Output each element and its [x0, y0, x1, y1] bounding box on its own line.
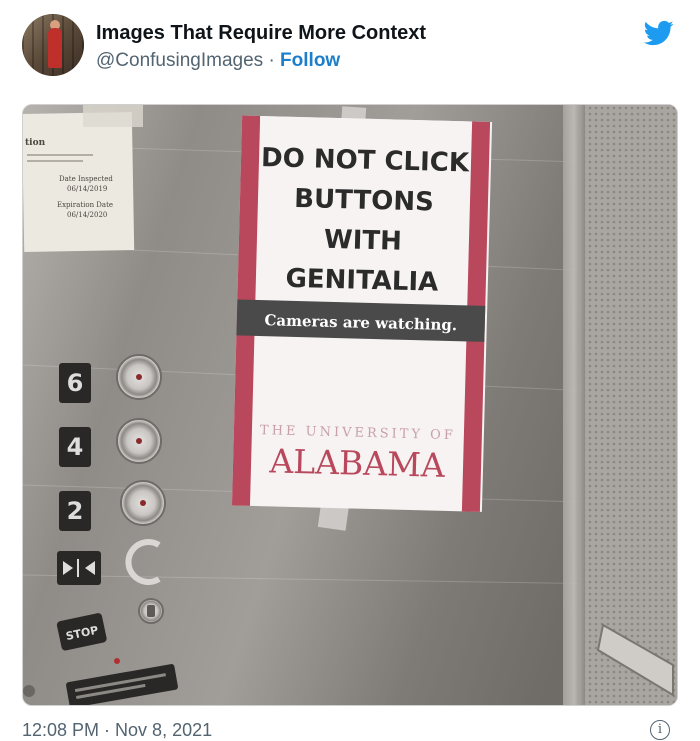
floor-button-4[interactable] — [116, 418, 162, 464]
tweet-photo[interactable]: tion Date Inspected 06/14/2019 Expiratio… — [22, 104, 678, 706]
floor-label-2: 2 — [59, 491, 91, 531]
svg-text:Date Inspected: Date Inspected — [59, 175, 113, 183]
sign-line-4: GENITALIA — [285, 264, 438, 298]
svg-text:4: 4 — [67, 433, 84, 461]
svg-text:Expiration Date: Expiration Date — [57, 201, 113, 209]
author-name[interactable]: Images That Require More Context — [96, 22, 426, 45]
door-label — [57, 551, 101, 585]
elevator-photo: tion Date Inspected 06/14/2019 Expiratio… — [23, 105, 677, 705]
author-avatar[interactable] — [22, 14, 84, 76]
floor-button-2[interactable] — [120, 480, 166, 526]
separator: · — [268, 50, 275, 71]
sign-line-1: DO NOT CLICK — [261, 143, 471, 178]
floor-label-6: 6 — [59, 363, 91, 403]
sign-line-3: WITH — [324, 225, 403, 257]
floor-label-4: 4 — [59, 427, 91, 467]
sign-line-2: BUTTONS — [294, 184, 434, 218]
tweet-card: Images That Require More Context @Confus… — [0, 0, 700, 740]
university-name: ALABAMA — [268, 441, 446, 485]
author-handle-line: @ConfusingImages · Follow — [96, 50, 340, 72]
svg-text:06/14/2019: 06/14/2019 — [67, 185, 107, 193]
warning-sign: DO NOT CLICK BUTTONS WITH GENITALIA Came… — [231, 115, 493, 512]
info-icon[interactable]: i — [650, 720, 670, 740]
stop-switch[interactable] — [138, 598, 164, 624]
svg-text:2: 2 — [67, 497, 84, 525]
author-handle[interactable]: @ConfusingImages — [96, 50, 263, 71]
tweet-timestamp[interactable]: 12:08 PM · Nov 8, 2021 — [22, 720, 212, 741]
svg-text:6: 6 — [67, 369, 84, 397]
svg-text:tion: tion — [25, 138, 46, 148]
twitter-bird-icon[interactable] — [642, 18, 676, 48]
follow-button[interactable]: Follow — [280, 50, 340, 71]
floor-button-6[interactable] — [116, 354, 162, 400]
svg-text:06/14/2020: 06/14/2020 — [67, 211, 107, 219]
